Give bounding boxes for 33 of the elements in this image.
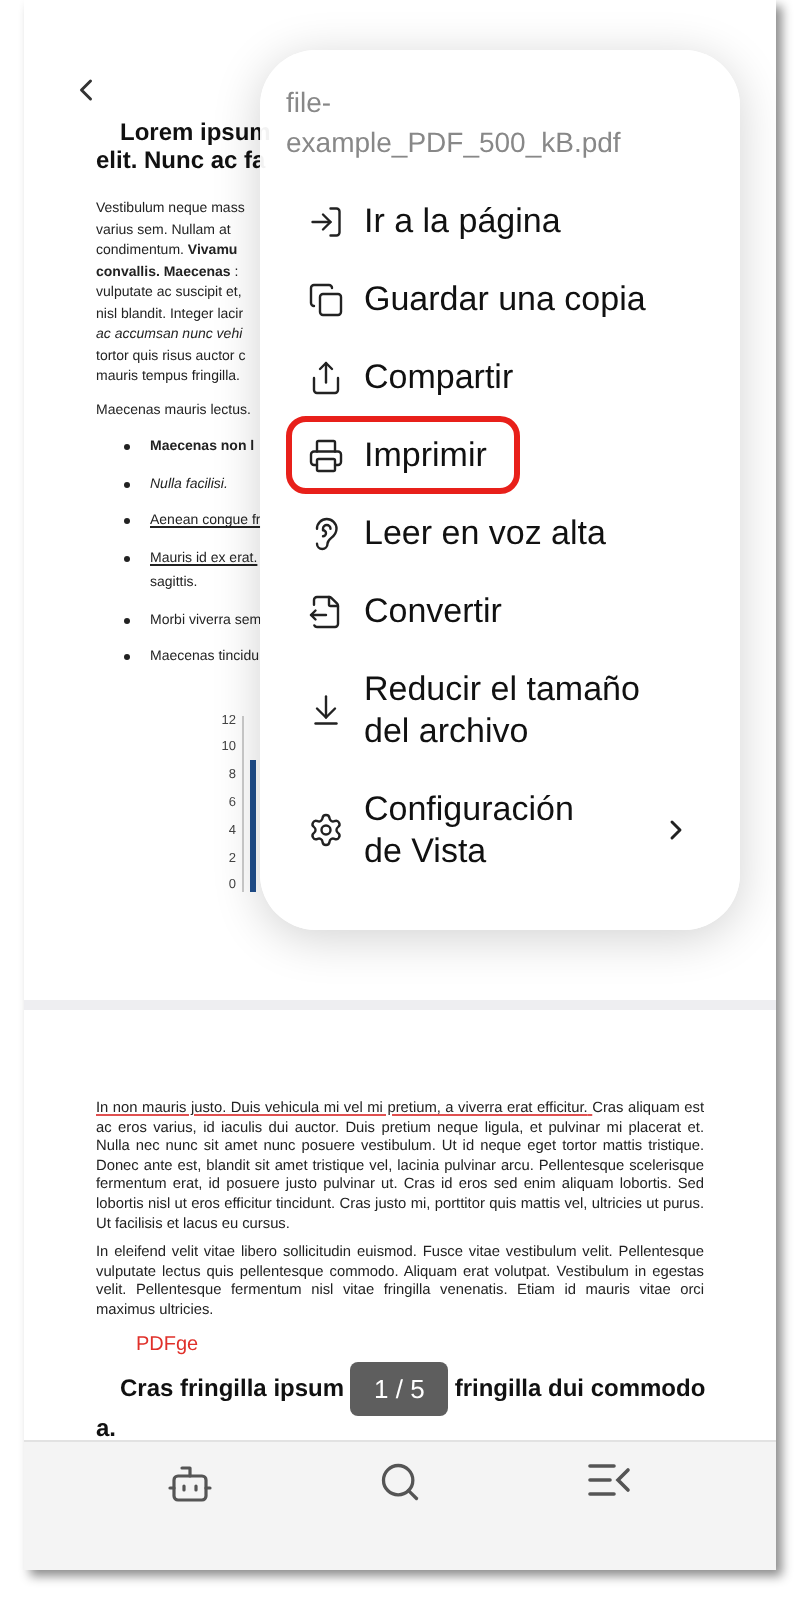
page-indicator: 1 / 5 xyxy=(350,1361,449,1417)
document-heading: a. xyxy=(96,1414,117,1440)
menu-item[interactable]: Leer en voz alta xyxy=(286,494,714,572)
robot-icon[interactable] xyxy=(166,1460,214,1508)
stamp-text: PDFge xyxy=(136,1333,199,1356)
bullet-icon xyxy=(124,654,130,660)
bullet-icon xyxy=(124,518,130,524)
outline-icon[interactable] xyxy=(586,1460,634,1500)
search-icon[interactable] xyxy=(378,1460,422,1504)
menu-item[interactable]: Compartir xyxy=(286,338,714,416)
file-name: file- xyxy=(286,84,332,122)
copy-icon xyxy=(308,281,344,317)
menu-item[interactable]: Configuración de Vista xyxy=(286,770,714,890)
document-heading: Lorem ipsum xyxy=(120,118,271,146)
menu-item[interactable]: Convertir xyxy=(286,572,714,650)
bullet-icon xyxy=(124,481,130,487)
menu-item[interactable]: Imprimir xyxy=(286,416,521,494)
enter-icon xyxy=(308,203,344,239)
download-line-icon xyxy=(308,692,344,728)
printer-icon xyxy=(308,437,344,473)
file-arrow-icon xyxy=(308,593,344,629)
menu-item[interactable]: Reducir el tamaño del archivo xyxy=(286,650,714,770)
file-name: example_PDF_500_kB.pdf xyxy=(286,124,621,162)
document-heading: fringilla dui commodo xyxy=(454,1372,706,1407)
menu-item[interactable]: Guardar una copia xyxy=(286,260,714,338)
settings-icon xyxy=(308,812,344,848)
share-icon xyxy=(308,359,344,395)
document-heading: Cras fringilla ipsum xyxy=(120,1372,345,1407)
bullet-icon xyxy=(124,444,130,450)
bullet-icon xyxy=(124,555,130,561)
menu-item[interactable]: Ir a la página xyxy=(286,182,714,260)
document-heading: elit. Nunc ac fa xyxy=(96,146,266,174)
bullet-icon xyxy=(124,617,130,623)
